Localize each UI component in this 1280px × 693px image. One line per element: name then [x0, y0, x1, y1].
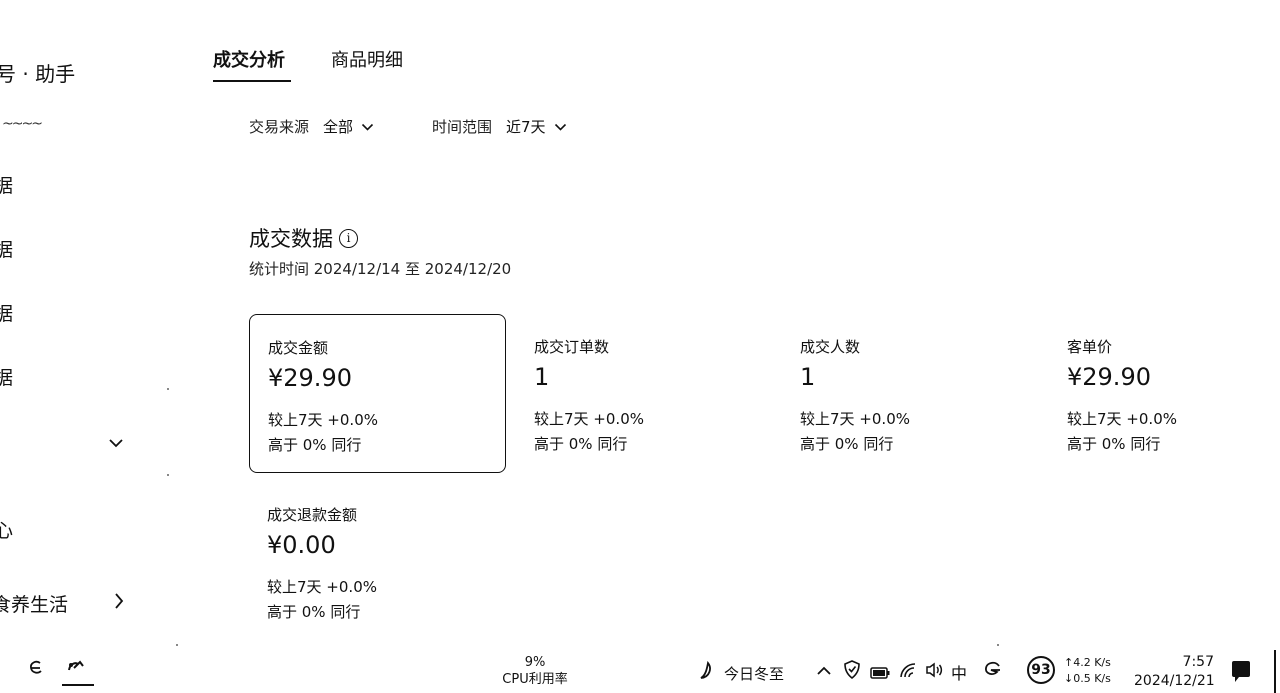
metric-compare: 较上7天 +0.0% [1067, 410, 1177, 428]
app-icon[interactable] [27, 659, 45, 682]
chevron-down-icon[interactable] [554, 118, 567, 136]
metric-value: ¥0.00 [267, 531, 336, 559]
metric-name: 成交金额 [268, 339, 329, 357]
metric-value: ¥29.90 [268, 364, 352, 392]
active-app-indicator [62, 684, 94, 686]
chevron-right-icon[interactable] [113, 592, 125, 614]
divider-dot [176, 644, 178, 646]
stat-time-range: 统计时间 2024/12/14 至 2024/12/20 [249, 260, 512, 278]
cpu-widget[interactable]: 9% CPU利用率 [500, 654, 570, 688]
divider-dot [167, 474, 169, 476]
chevron-up-icon[interactable] [816, 662, 832, 681]
moon-icon [698, 660, 714, 686]
metric-name: 客单价 [1067, 338, 1113, 356]
tab-product-details[interactable]: 商品明细 [331, 46, 403, 72]
speaker-icon[interactable] [925, 662, 943, 682]
metric-name: 成交退款金额 [267, 506, 358, 524]
tab-deal-analysis[interactable]: 成交分析 [213, 46, 285, 72]
filter-time-range[interactable]: 时间范围 近7天 [432, 116, 567, 137]
section-title-text: 成交数据 [249, 227, 333, 251]
metric-card-refund-amount[interactable]: 成交退款金额 ¥0.00 较上7天 +0.0% 高于 0% 同行 [249, 482, 506, 632]
cpu-label: CPU利用率 [502, 672, 568, 687]
metric-value: ¥29.90 [1067, 363, 1151, 391]
wifi-icon[interactable] [899, 662, 917, 682]
metric-compare: 较上7天 +0.0% [267, 578, 377, 596]
cpu-percent: 9% [524, 655, 546, 670]
metric-value: 1 [534, 363, 550, 391]
metric-card-buyer-count[interactable]: 成交人数 1 较上7天 +0.0% 高于 0% 同行 [782, 314, 1039, 473]
sidebar-item-data-2[interactable]: 据 [0, 235, 13, 262]
metric-peer: 高于 0% 同行 [267, 603, 361, 621]
divider-dot [167, 388, 169, 390]
weather-text: 今日冬至 [724, 665, 785, 683]
sidebar: 号 · 助手 ~~~~ 据 据 据 据 心 食养生活 [0, 0, 180, 650]
sidebar-item-food-life[interactable]: 食养生活 [0, 590, 68, 617]
sidebar-title: 号 · 助手 [0, 62, 76, 86]
sidebar-item-data-1[interactable]: 据 [0, 171, 13, 198]
battery-icon[interactable] [870, 664, 890, 683]
chevron-down-icon[interactable] [108, 434, 124, 453]
metric-compare: 较上7天 +0.0% [268, 411, 378, 429]
filter-value[interactable]: 近7天 [506, 116, 546, 137]
shield-icon[interactable] [843, 660, 861, 683]
network-speed: ↑4.2 K/s ↓0.5 K/s [1064, 655, 1111, 687]
sidebar-item-data-3[interactable]: 据 [0, 299, 13, 326]
metric-name: 成交订单数 [534, 338, 610, 356]
app-tray-icon[interactable] [983, 661, 1003, 683]
metric-peer: 高于 0% 同行 [534, 435, 628, 453]
filter-label: 交易来源 [249, 118, 310, 136]
section-title: 成交数据 i [249, 223, 358, 253]
net-download: ↓0.5 K/s [1064, 672, 1111, 685]
divider-dot [997, 644, 999, 646]
metric-peer: 高于 0% 同行 [1067, 435, 1161, 453]
net-upload: ↑4.2 K/s [1064, 656, 1111, 669]
weather-widget[interactable]: 今日冬至 [698, 660, 785, 686]
metric-name: 成交人数 [800, 338, 861, 356]
sidebar-item-data-4[interactable]: 据 [0, 363, 13, 390]
filter-trade-source[interactable]: 交易来源 全部 [249, 116, 374, 137]
sidebar-item-center[interactable]: 心 [0, 516, 13, 543]
metric-peer: 高于 0% 同行 [268, 436, 362, 454]
metric-value: 1 [800, 363, 816, 391]
info-icon[interactable]: i [339, 228, 358, 248]
filter-label: 时间范围 [432, 118, 493, 136]
chevron-down-icon[interactable] [361, 118, 374, 136]
metric-compare: 较上7天 +0.0% [534, 410, 644, 428]
metric-compare: 较上7天 +0.0% [800, 410, 910, 428]
app-icon[interactable] [66, 658, 86, 681]
clock[interactable]: 7:57 2024/12/21 [1134, 653, 1215, 691]
metric-peer: 高于 0% 同行 [800, 435, 894, 453]
sidebar-subtitle: ~~~~ [2, 116, 43, 132]
metric-card-deal-amount[interactable]: 成交金额 ¥29.90 较上7天 +0.0% 高于 0% 同行 [249, 314, 506, 473]
show-desktop-button[interactable] [1274, 650, 1276, 693]
metric-card-avg-order-value[interactable]: 客单价 ¥29.90 较上7天 +0.0% 高于 0% 同行 [1049, 314, 1274, 473]
metric-card-order-count[interactable]: 成交订单数 1 较上7天 +0.0% 高于 0% 同行 [516, 314, 773, 473]
filter-value[interactable]: 全部 [323, 116, 353, 137]
clock-time: 7:57 [1182, 654, 1214, 670]
ime-indicator[interactable]: 中 [951, 660, 967, 684]
notification-icon[interactable] [1232, 661, 1250, 682]
tab-active-indicator [213, 80, 291, 82]
clock-date: 2024/12/21 [1134, 673, 1215, 689]
taskbar: 9% CPU利用率 今日冬至 中 93 ↑4.2 K/s ↓0.5 K/s 7:… [0, 644, 1280, 693]
performance-badge[interactable]: 93 [1027, 656, 1055, 684]
